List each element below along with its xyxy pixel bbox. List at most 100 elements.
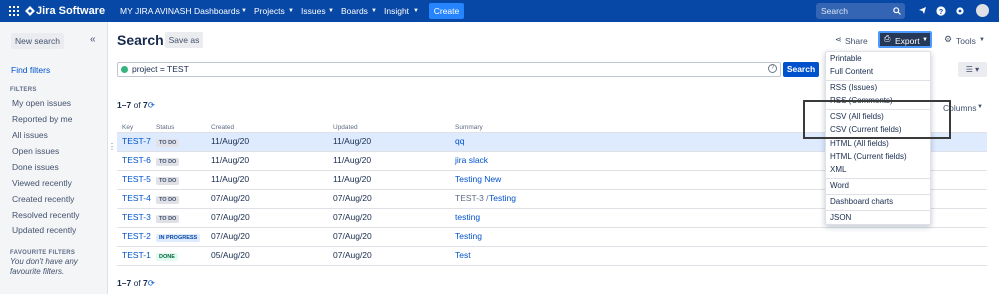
updated-date: 07/Aug/20 [333,250,372,260]
issue-summary[interactable]: Testing [489,193,516,203]
export-rss-issues[interactable]: RSS (Issues) [830,83,877,92]
filters-sidebar: New search « Find filters FILTERS My ope… [0,22,108,294]
export-icon: ⎙ [884,34,891,43]
global-search-input[interactable]: Search [816,3,905,19]
issue-summary[interactable]: Test [455,250,471,260]
search-icon [893,7,901,15]
find-filters-link[interactable]: Find filters [11,65,50,75]
export-html-current-fields[interactable]: HTML (Current fields) [830,152,907,161]
issue-key[interactable]: TEST-7 [122,136,151,146]
column-header-updated[interactable]: Updated [333,124,358,131]
nav-issues[interactable]: Issues [301,0,326,22]
user-avatar[interactable] [976,4,989,17]
filter-reported-by-me[interactable]: Reported by me [12,114,72,124]
nav-projects[interactable]: Projects [254,0,285,22]
save-as-button[interactable]: Save as [165,32,203,48]
export-json[interactable]: JSON [830,213,851,222]
status-lozenge: TO DO [156,177,180,185]
filter-viewed-recently[interactable]: Viewed recently [12,178,72,188]
nav-insight[interactable]: Insight [384,0,409,22]
column-header-created[interactable]: Created [211,124,234,131]
issue-key[interactable]: TEST-1 [122,250,151,260]
column-header-status[interactable]: Status [156,124,174,131]
column-header-summary[interactable]: Summary [455,124,483,131]
export-word[interactable]: Word [830,181,849,190]
new-search-button[interactable]: New search [11,33,64,49]
svg-text:?: ? [939,9,943,16]
top-navigation-bar: Jira Software MY JIRA AVINASH Dashboards… [0,0,999,22]
chevron-down-icon: ▼ [288,8,294,14]
chevron-down-icon: ▼ [328,8,334,14]
issue-key[interactable]: TEST-2 [122,231,151,241]
status-lozenge: TO DO [156,139,180,147]
issue-summary[interactable]: Testing [455,231,482,241]
table-row[interactable]: TEST-1 DONE 05/Aug/20 07/Aug/20 Test [117,247,987,266]
resize-handle-icon[interactable]: ⋮ [108,142,116,151]
nav-boards[interactable]: Boards [341,0,368,22]
jql-query-input[interactable]: project = TEST [117,62,781,77]
chevron-down-icon: ▼ [413,8,419,14]
issue-summary[interactable]: testing [455,212,480,222]
filter-updated-recently[interactable]: Updated recently [12,225,76,235]
filter-open-issues[interactable]: Open issues [12,146,59,156]
page-title: Search [117,32,164,48]
updated-date: 07/Aug/20 [333,231,372,241]
export-html-all-fields[interactable]: HTML (All fields) [830,139,889,148]
export-full-content[interactable]: Full Content [830,67,873,76]
chevron-down-icon: ▼ [979,37,985,43]
highlight-box [803,100,951,139]
settings-gear-icon[interactable] [955,6,965,16]
chevron-down-icon: ▼ [371,8,377,14]
tools-button[interactable]: Tools [956,36,976,46]
menu-divider [826,194,930,195]
collapse-sidebar-icon[interactable]: « [90,34,96,45]
filter-resolved-recently[interactable]: Resolved recently [12,210,80,220]
filter-created-recently[interactable]: Created recently [12,194,74,204]
export-dashboard-charts[interactable]: Dashboard charts [830,197,893,206]
menu-divider [826,178,930,179]
result-count: 1–7 of 7⟳ [117,100,155,110]
favourite-filters-empty: You don't have any favourite filters. [10,257,78,276]
filter-all-issues[interactable]: All issues [12,130,48,140]
status-lozenge: IN PROGRESS [156,234,201,242]
filters-heading: FILTERS [10,87,37,93]
updated-date: 11/Aug/20 [333,155,372,165]
created-date: 07/Aug/20 [211,193,250,203]
jql-query-text: project = TEST [132,64,189,74]
issue-key[interactable]: TEST-6 [122,155,151,165]
refresh-icon[interactable]: ⟳ [148,100,155,110]
syntax-help-icon[interactable]: ? [768,64,777,73]
created-date: 11/Aug/20 [211,174,250,184]
issue-summary[interactable]: Testing New [455,174,501,184]
search-button[interactable]: Search [783,62,819,77]
create-button[interactable]: Create [429,3,464,19]
issue-key[interactable]: TEST-3 [122,212,151,222]
filter-my-open-issues[interactable]: My open issues [12,98,71,108]
parent-issue[interactable]: TEST-3 / [455,193,489,203]
filter-done-issues[interactable]: Done issues [12,162,59,172]
view-switcher-button[interactable]: ☰ ▾ [958,62,987,77]
export-printable[interactable]: Printable [830,54,862,63]
status-lozenge: DONE [156,253,178,261]
issue-summary[interactable]: qq [455,136,464,146]
project-name[interactable]: MY JIRA AVINASH [120,0,192,22]
refresh-icon[interactable]: ⟳ [148,278,155,288]
menu-divider [826,80,930,81]
favourite-filters-heading: FAVOURITE FILTERS [10,250,76,256]
notifications-icon[interactable] [918,6,927,15]
table-row[interactable]: TEST-2 IN PROGRESS 07/Aug/20 07/Aug/20 T… [117,228,987,247]
issue-key[interactable]: TEST-5 [122,174,151,184]
app-logo-text[interactable]: Jira Software [36,0,105,22]
column-header-key[interactable]: Key [122,124,133,131]
created-date: 11/Aug/20 [211,155,250,165]
nav-dashboards[interactable]: Dashboards [194,0,240,22]
app-switcher-icon[interactable] [9,6,19,16]
share-icon: ⋖ [835,35,842,44]
export-xml[interactable]: XML [830,165,846,174]
help-icon[interactable]: ? [936,6,946,16]
issue-key[interactable]: TEST-4 [122,193,151,203]
updated-date: 11/Aug/20 [333,136,372,146]
issue-summary[interactable]: jira slack [455,155,488,165]
menu-divider [826,210,930,211]
share-button[interactable]: Share [845,36,868,46]
